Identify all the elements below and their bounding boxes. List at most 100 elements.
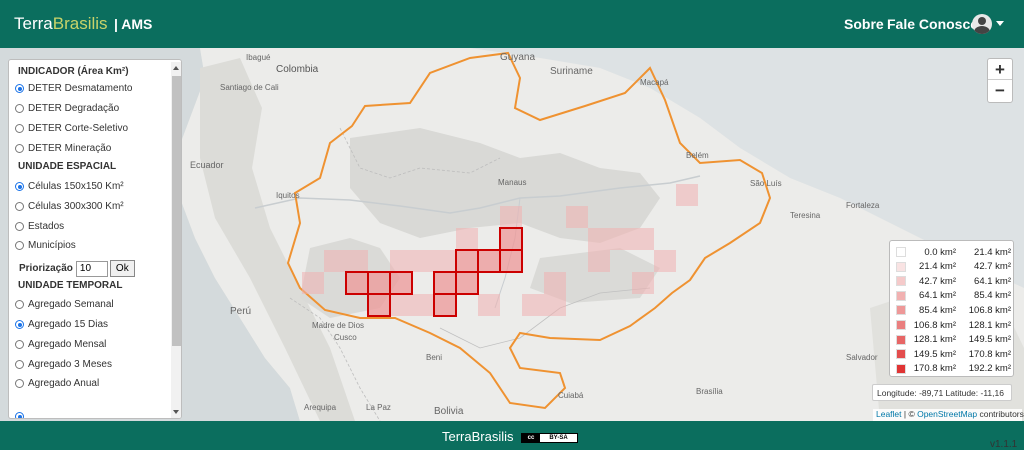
brand-part2: Brasilis (52, 14, 108, 33)
legend-min: 128.1 km² (913, 334, 956, 346)
zoom-out-button[interactable]: − (988, 80, 1012, 101)
spatial-option-cells-300[interactable]: Células 300x300 Km² (15, 200, 124, 213)
legend-min: 0.0 km² (924, 246, 956, 258)
attribution-tail: contributors (977, 409, 1024, 419)
radio-button[interactable] (15, 379, 24, 388)
attribution-separator: | © (901, 409, 918, 419)
legend-max: 85.4 km² (974, 290, 1011, 302)
option-label: Agregado Anual (28, 378, 100, 389)
radio-button[interactable] (15, 412, 24, 418)
option-label: DETER Degradação (28, 103, 120, 114)
option-label: Agregado 15 Dias (28, 319, 109, 330)
map-attribution: Leaflet | © OpenStreetMap contributors (873, 409, 1024, 421)
place-label: Madre de Dios (312, 321, 364, 330)
brand-logo[interactable]: TerraBrasilis (14, 14, 108, 34)
radio-button[interactable] (15, 182, 24, 191)
place-label: Salvador (846, 353, 878, 362)
priority-control: Priorização Ok (19, 260, 135, 277)
radio-button[interactable] (15, 241, 24, 250)
legend-swatch (896, 363, 906, 374)
legend-max: 170.8 km² (968, 348, 1011, 360)
place-label: Ibagué (246, 53, 271, 62)
place-label: Iquitos (276, 191, 300, 200)
cutoff-option[interactable] (15, 410, 28, 418)
legend-min: 106.8 km² (913, 319, 956, 331)
priority-ok-button[interactable]: Ok (109, 260, 135, 277)
leaflet-link[interactable]: Leaflet (876, 409, 902, 419)
version-label: v1.1.1 (990, 439, 1018, 450)
app-label: | AMS (114, 16, 153, 32)
temporal-option-15-dias[interactable]: Agregado 15 Dias (15, 318, 108, 331)
spatial-option-cells-150[interactable]: Células 150x150 Km² (15, 180, 124, 193)
indicator-section-title: INDICADOR (Área Km²) (18, 66, 129, 77)
radio-button[interactable] (15, 300, 24, 309)
nav-sobre-link[interactable]: Sobre (844, 16, 884, 32)
indicator-option-mineracao[interactable]: DETER Mineração (15, 142, 111, 155)
indicator-option-corte-seletivo[interactable]: DETER Corte-Seletivo (15, 122, 128, 135)
temporal-option-3-meses[interactable]: Agregado 3 Meses (15, 358, 112, 371)
filter-panel: INDICADOR (Área Km²) DETER Desmatamento … (8, 59, 182, 419)
radio-button[interactable] (15, 222, 24, 231)
legend-swatch (896, 305, 906, 316)
panel-scrollbar[interactable] (171, 62, 181, 418)
temporal-option-semanal[interactable]: Agregado Semanal (15, 298, 114, 311)
radio-button[interactable] (15, 144, 24, 153)
legend-row: 42.7 km² 64.1 km² (896, 275, 1011, 287)
option-label: Células 300x300 Km² (28, 201, 124, 212)
legend-max: 21.4 km² (974, 246, 1011, 258)
option-label: Agregado 3 Meses (28, 359, 112, 370)
radio-button[interactable] (15, 124, 24, 133)
place-label: Guyana (500, 52, 535, 63)
radio-button[interactable] (15, 84, 24, 93)
chevron-down-icon[interactable] (996, 21, 1004, 26)
osm-link[interactable]: OpenStreetMap (917, 409, 977, 419)
radio-button[interactable] (15, 360, 24, 369)
legend-swatch (896, 320, 906, 330)
legend-max: 64.1 km² (974, 275, 1011, 287)
place-label: Macapá (640, 78, 669, 87)
place-label: São Luís (750, 179, 782, 188)
indicator-option-degradacao[interactable]: DETER Degradação (15, 102, 119, 115)
option-label: Células 150x150 Km² (28, 181, 124, 192)
place-label: Cusco (334, 333, 357, 342)
place-label: Bolivia (434, 406, 464, 417)
spatial-option-estados[interactable]: Estados (15, 220, 64, 233)
legend-min: 64.1 km² (919, 290, 956, 302)
zoom-in-button[interactable]: + (988, 59, 1012, 80)
brand-part1: Terra (14, 14, 53, 33)
radio-button[interactable] (15, 340, 24, 349)
cursor-coordinates: Longitude: -89,71 Latitude: -11,16 (872, 384, 1012, 401)
top-navbar: TerraBrasilis | AMS Sobre Fale Conosco (0, 0, 1024, 48)
nav-fale-conosco-link[interactable]: Fale Conosco (887, 16, 979, 32)
place-label: La Paz (366, 403, 391, 412)
radio-button[interactable] (15, 104, 24, 113)
radio-button[interactable] (15, 320, 24, 329)
legend-min: 42.7 km² (919, 275, 956, 287)
legend-max: 42.7 km² (974, 261, 1011, 273)
legend-swatch (896, 334, 906, 345)
temporal-option-mensal[interactable]: Agregado Mensal (15, 338, 106, 351)
place-label: Fortaleza (846, 201, 880, 210)
radio-button[interactable] (15, 202, 24, 211)
scroll-up-icon[interactable] (173, 66, 179, 70)
legend-swatch (896, 247, 906, 257)
indicator-option-desmatamento[interactable]: DETER Desmatamento (15, 82, 132, 95)
option-label: Agregado Mensal (28, 339, 107, 350)
temporal-option-anual[interactable]: Agregado Anual (15, 377, 99, 390)
priority-input[interactable] (75, 260, 108, 277)
temporal-section-title: UNIDADE TEMPORAL (18, 280, 123, 291)
zoom-control: + − (987, 58, 1013, 103)
legend-min: 21.4 km² (919, 261, 956, 273)
option-label: Agregado Semanal (28, 299, 114, 310)
place-label: Brasília (696, 387, 723, 396)
spatial-option-municipios[interactable]: Municípios (15, 239, 76, 252)
scrollbar-thumb[interactable] (172, 76, 181, 346)
place-label: Beni (426, 353, 442, 362)
legend-row: 21.4 km² 42.7 km² (896, 261, 1011, 273)
license-badge[interactable]: cc BY-SA (521, 433, 578, 443)
place-label: Cuiabá (558, 391, 584, 400)
scroll-down-icon[interactable] (173, 410, 179, 414)
user-avatar-icon[interactable] (972, 14, 992, 34)
footer-bar: TerraBrasilis cc BY-SA (0, 421, 1024, 450)
place-label: Teresina (790, 211, 821, 220)
